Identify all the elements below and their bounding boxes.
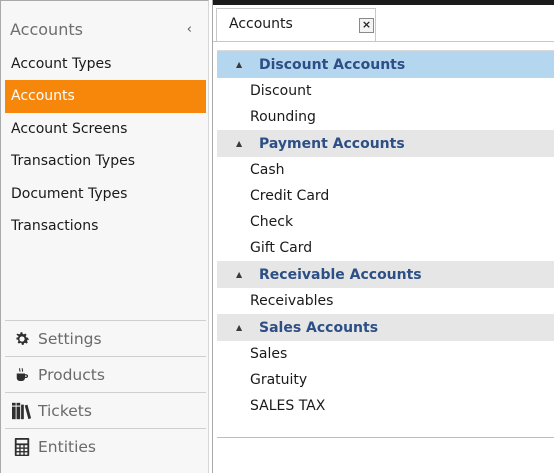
group-name: Sales Accounts (259, 319, 379, 336)
collapse-panel-button[interactable]: ‹ (187, 19, 192, 41)
group-header-sales-accounts[interactable]: ▲ Sales Accounts (217, 314, 554, 341)
group-name: Payment Accounts (259, 135, 405, 152)
sidebar-item-account-types[interactable]: Account Types (5, 48, 206, 80)
left-navigation-panel: Accounts ‹ Account Types Accounts Account … (0, 0, 209, 473)
close-tab-button[interactable]: × (359, 18, 374, 33)
group-name: Discount Accounts (259, 56, 406, 73)
module-label: Tickets (38, 401, 92, 420)
account-item[interactable]: SALES TAX (217, 393, 554, 419)
calculator-icon (11, 436, 33, 458)
account-item[interactable]: Credit Card (217, 183, 554, 209)
account-item[interactable]: Sales (217, 341, 554, 367)
tab-strip-divider (213, 41, 554, 42)
group-header-discount-accounts[interactable]: ▲ Discount Accounts (217, 51, 554, 78)
gear-icon (11, 328, 33, 350)
group-header-receivable-accounts[interactable]: ▲ Receivable Accounts (217, 261, 554, 288)
tab-accounts[interactable]: Accounts × (216, 8, 376, 42)
sidebar-item-account-screens[interactable]: Account Screens (5, 113, 206, 145)
coffee-cup-icon (11, 364, 33, 386)
group-name: Receivable Accounts (259, 266, 422, 283)
module-settings-button[interactable]: Settings (5, 320, 206, 356)
module-entities-button[interactable]: Entities (5, 428, 206, 464)
accounts-nav-list: Account Types Accounts Account Screens Tran… (5, 48, 206, 242)
module-label: Entities (38, 437, 96, 456)
sidebar-item-transactions[interactable]: Transactions (5, 210, 206, 242)
tab-label: Accounts (229, 16, 293, 32)
account-item[interactable]: Discount (217, 78, 554, 104)
account-item[interactable]: Gift Card (217, 235, 554, 261)
books-icon (11, 400, 33, 422)
group-header-payment-accounts[interactable]: ▲ Payment Accounts (217, 130, 554, 157)
sidebar-item-transaction-types[interactable]: Transaction Types (5, 145, 206, 177)
account-item[interactable]: Rounding (217, 104, 554, 130)
left-panel-header: Accounts ‹ (10, 19, 198, 43)
sidebar-item-document-types[interactable]: Document Types (5, 178, 206, 210)
expand-arrow-icon[interactable]: ▲ (236, 139, 245, 148)
left-panel-title: Accounts (10, 20, 83, 39)
account-item[interactable]: Receivables (217, 288, 554, 314)
expand-arrow-icon[interactable]: ▲ (236, 270, 245, 279)
sidebar-item-accounts[interactable]: Accounts (5, 80, 206, 113)
module-label: Products (38, 365, 105, 384)
document-pane: Accounts × ▲ Discount Accounts Discount Rou… (212, 0, 554, 473)
expand-arrow-icon[interactable]: ▲ (236, 323, 245, 332)
module-label: Settings (38, 329, 102, 348)
window-top-bar (213, 0, 554, 5)
account-item[interactable]: Gratuity (217, 367, 554, 393)
expand-arrow-icon[interactable]: ▲ (236, 60, 245, 69)
module-products-button[interactable]: Products (5, 356, 206, 392)
module-nav: Settings Products Tickets Entities (5, 320, 206, 464)
module-tickets-button[interactable]: Tickets (5, 392, 206, 428)
account-item[interactable]: Check (217, 209, 554, 235)
account-item[interactable]: Cash (217, 157, 554, 183)
accounts-grouped-list: ▲ Discount Accounts Discount Rounding ▲ Payme… (217, 50, 554, 438)
